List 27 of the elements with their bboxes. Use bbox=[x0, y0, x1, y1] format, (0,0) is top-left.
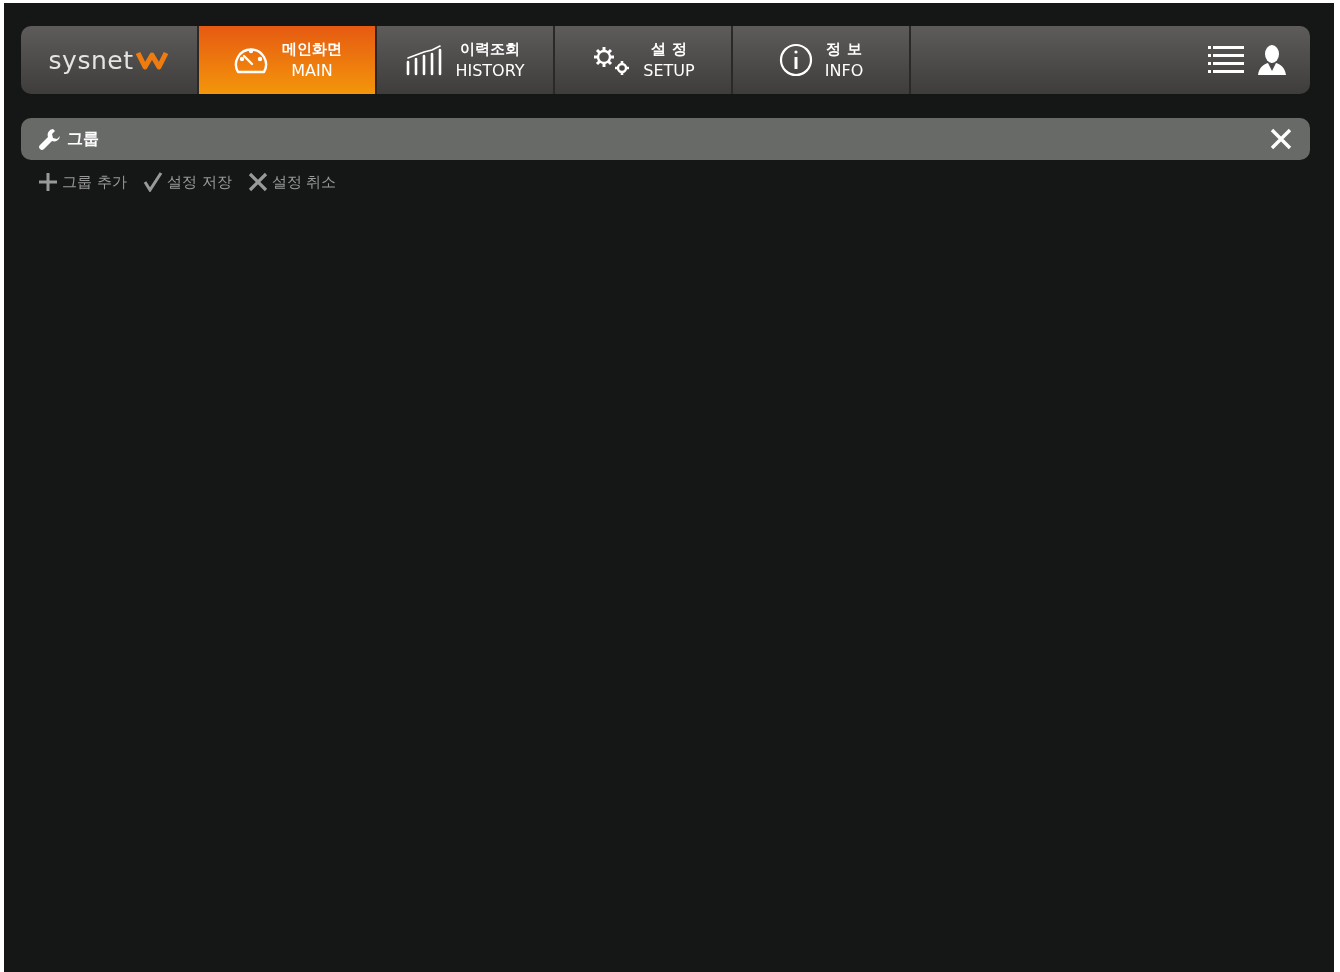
close-icon[interactable] bbox=[1270, 128, 1292, 150]
check-icon bbox=[142, 172, 163, 192]
plus-icon bbox=[38, 172, 58, 192]
menu-icon[interactable] bbox=[1208, 45, 1244, 75]
tab-label: 메인화면 bbox=[282, 39, 342, 60]
wrench-icon bbox=[39, 128, 61, 150]
toolbar-action[interactable]: 설정 저장 bbox=[142, 172, 232, 192]
toolbar-action[interactable]: 그룹 추가 bbox=[38, 172, 127, 192]
tab-sublabel: HISTORY bbox=[455, 60, 525, 82]
tab-sublabel: INFO bbox=[824, 60, 864, 82]
tab-label: 정 보 bbox=[826, 39, 862, 60]
user-icon[interactable] bbox=[1258, 44, 1286, 76]
tab-sublabel: SETUP bbox=[643, 60, 695, 82]
logo-icon bbox=[135, 50, 170, 70]
tab-sublabel: MAIN bbox=[291, 60, 333, 82]
nav-tab[interactable]: 설 정 SETUP bbox=[555, 26, 733, 94]
tab-label: 설 정 bbox=[651, 39, 687, 60]
tab-label: 이력조회 bbox=[460, 39, 520, 60]
nav-tab[interactable]: 정 보 INFO bbox=[733, 26, 911, 94]
gears-icon bbox=[591, 44, 632, 76]
nav-tab[interactable]: 이력조회 HISTORY bbox=[377, 26, 555, 94]
panel-title: 그룹 bbox=[67, 128, 100, 150]
brand-name: sysnet bbox=[48, 45, 134, 75]
info-icon bbox=[778, 43, 813, 77]
toolbar-action[interactable]: 설정 취소 bbox=[247, 172, 337, 192]
bar-chart-icon bbox=[405, 44, 444, 76]
close-icon bbox=[247, 172, 268, 192]
